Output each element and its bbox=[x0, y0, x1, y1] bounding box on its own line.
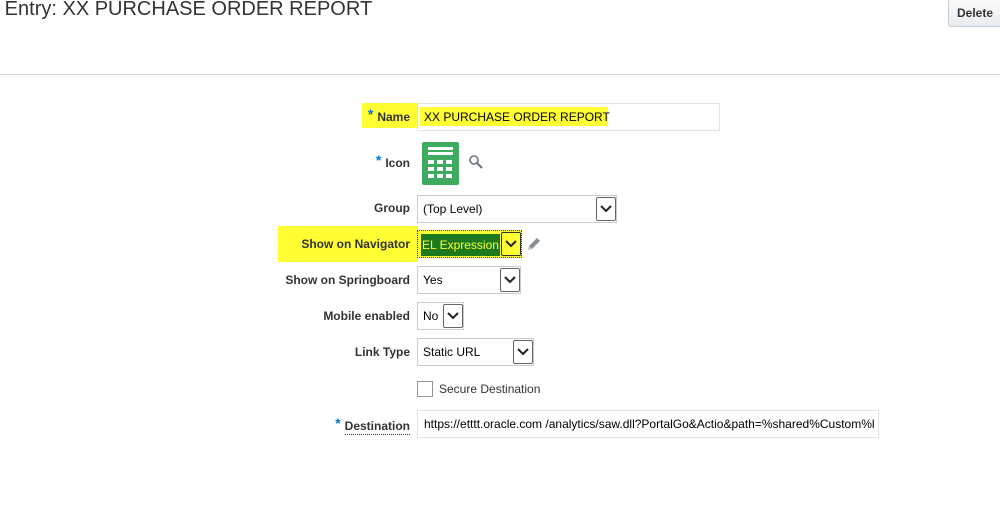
show-on-navigator-value: EL Expression bbox=[421, 234, 500, 256]
search-icon[interactable] bbox=[468, 154, 484, 170]
mobile-enabled-value: No bbox=[423, 309, 439, 323]
spreadsheet-icon[interactable] bbox=[422, 142, 459, 185]
chevron-down-icon[interactable] bbox=[501, 232, 521, 256]
destination-label: * Destination bbox=[335, 415, 410, 435]
name-input[interactable]: XX PURCHASE ORDER REPORT bbox=[417, 103, 720, 131]
secure-destination-label: Secure Destination bbox=[439, 382, 541, 396]
required-indicator: * bbox=[367, 106, 374, 122]
chevron-down-icon[interactable] bbox=[443, 304, 463, 328]
show-on-navigator-label: Show on Navigator bbox=[301, 237, 410, 251]
chevron-down-icon[interactable] bbox=[513, 340, 533, 364]
header-divider bbox=[0, 74, 1000, 75]
group-select[interactable]: (Top Level) bbox=[417, 195, 617, 223]
secure-destination-checkbox[interactable] bbox=[417, 381, 433, 397]
destination-input[interactable]: https://etttt.oracle.com /analytics/saw.… bbox=[417, 410, 879, 438]
mobile-enabled-label: Mobile enabled bbox=[323, 309, 410, 323]
name-label: * Name bbox=[367, 106, 410, 124]
group-label: Group bbox=[374, 201, 410, 215]
page-title: e Entry: XX PURCHASE ORDER REPORT bbox=[0, 0, 373, 20]
icon-label: * Icon bbox=[375, 152, 410, 170]
link-type-value: Static URL bbox=[423, 345, 481, 359]
link-type-label: Link Type bbox=[354, 345, 410, 359]
required-indicator: * bbox=[335, 415, 341, 431]
show-on-navigator-select[interactable]: EL Expression bbox=[417, 230, 522, 258]
mobile-enabled-select[interactable]: No bbox=[417, 302, 464, 330]
group-select-value: (Top Level) bbox=[423, 202, 483, 216]
chevron-down-icon[interactable] bbox=[596, 197, 616, 221]
chevron-down-icon[interactable] bbox=[500, 268, 520, 292]
link-type-select[interactable]: Static URL bbox=[417, 338, 534, 366]
show-on-springboard-value: Yes bbox=[423, 273, 443, 287]
pencil-icon[interactable] bbox=[525, 236, 543, 254]
delete-button[interactable]: Delete bbox=[948, 0, 1000, 27]
show-on-springboard-select[interactable]: Yes bbox=[417, 266, 521, 294]
required-indicator: * bbox=[375, 152, 382, 168]
show-on-springboard-label: Show on Springboard bbox=[285, 273, 410, 287]
